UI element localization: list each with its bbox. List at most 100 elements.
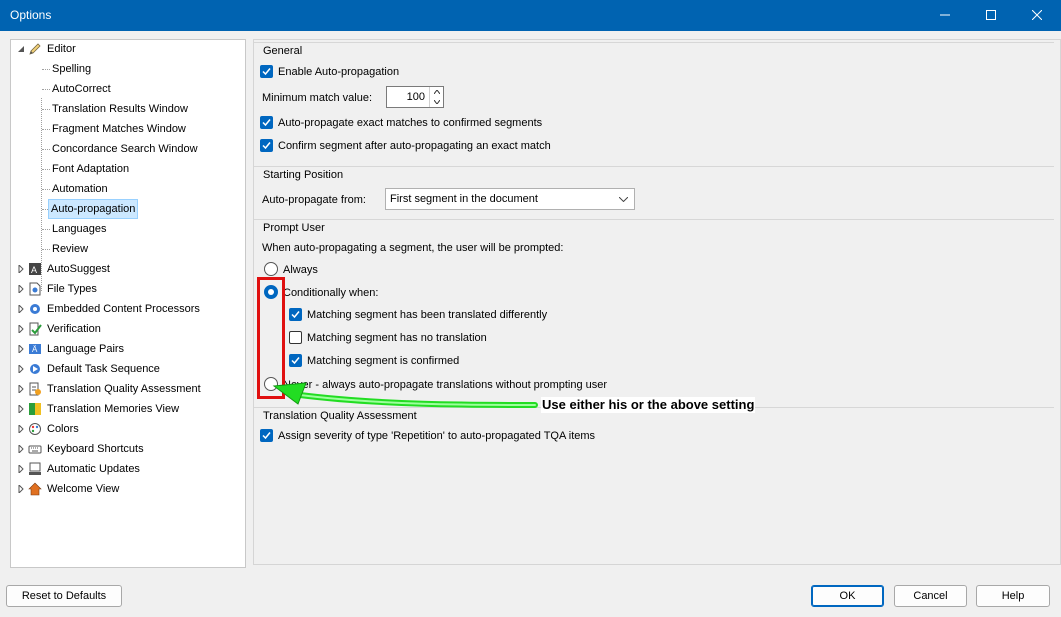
conditionally-label: Conditionally when: — [283, 287, 379, 299]
autopropagate-from-dropdown[interactable]: First segment in the document — [385, 188, 635, 210]
tree-item-label: Language Pairs — [47, 343, 125, 355]
tree-item-label: Embedded Content Processors — [47, 303, 200, 315]
min-match-spinner[interactable]: 100 — [386, 86, 444, 108]
tree-item-label: Welcome View — [47, 483, 120, 495]
maximize-icon — [986, 10, 996, 20]
always-label: Always — [283, 264, 318, 276]
highlight-box — [257, 277, 285, 399]
tree-item-label: AutoSuggest — [47, 263, 110, 275]
task-sequence-icon — [30, 364, 40, 374]
expand-icon — [18, 365, 24, 373]
tree-item-label: Translation Memories View — [47, 403, 180, 415]
assign-severity-checkbox[interactable] — [260, 429, 273, 442]
ok-button[interactable]: OK — [811, 585, 884, 607]
tree-item-label: Auto-propagation — [48, 199, 139, 219]
checkmark-icon — [262, 432, 271, 440]
dropdown-value: First segment in the document — [390, 193, 538, 205]
group-title: Prompt User — [263, 222, 325, 234]
svg-text:A: A — [31, 265, 37, 275]
expand-icon — [18, 405, 24, 413]
checkmark-icon — [262, 68, 271, 76]
minimize-button[interactable] — [922, 0, 968, 31]
tree-item-label: Languages — [52, 223, 107, 235]
minimize-icon — [940, 14, 950, 16]
file-gear-icon — [29, 282, 41, 296]
palette-icon — [29, 423, 41, 435]
prompt-intro-text: When auto-propagating a segment, the use… — [262, 242, 564, 254]
annotation-text: Use either his or the above setting — [541, 397, 756, 413]
tree-item-label: Default Task Sequence — [47, 363, 160, 375]
expand-icon — [18, 265, 24, 273]
chevron-down-icon — [434, 100, 440, 104]
translated-differently-label: Matching segment has been translated dif… — [307, 309, 548, 321]
tree-item-label: Verification — [47, 323, 101, 335]
tree-item-label: Automatic Updates — [47, 463, 140, 475]
tree-item-label: Review — [52, 243, 89, 255]
tree-item-label: AutoCorrect — [52, 83, 111, 95]
window-title: Options — [10, 8, 52, 22]
assign-severity-label: Assign severity of type 'Repetition' to … — [278, 430, 596, 442]
svg-text:Ä: Ä — [32, 345, 38, 354]
segment-confirmed-label: Matching segment is confirmed — [307, 355, 460, 367]
checkmark-icon — [262, 142, 271, 150]
tree-item-label: Fragment Matches Window — [52, 123, 186, 135]
expand-icon — [18, 345, 24, 353]
checkmark-icon — [291, 311, 300, 319]
min-match-label: Minimum match value: — [262, 92, 373, 104]
language-pairs-icon: Ä — [29, 344, 41, 354]
collapse-icon — [18, 46, 24, 52]
tree-item-label: Colors — [47, 423, 79, 435]
reset-defaults-button[interactable]: Reset to Defaults — [6, 585, 122, 607]
confirm-segment-label: Confirm segment after auto-propagating a… — [278, 140, 551, 152]
options-tree[interactable]: Editor Spelling AutoCorrect Translation … — [10, 39, 246, 568]
confirm-segment-checkbox[interactable] — [260, 139, 273, 152]
spin-down-button[interactable] — [429, 97, 443, 107]
title-bar: Options — [0, 0, 1061, 31]
quality-icon — [29, 382, 41, 396]
checkmark-icon — [262, 119, 271, 127]
settings-panel: General Enable Auto-propagation Minimum … — [253, 39, 1061, 565]
tree-item-label: Font Adaptation — [52, 163, 130, 175]
expand-icon — [18, 285, 24, 293]
chevron-up-icon — [434, 90, 440, 94]
never-label: Never - always auto-propagate translatio… — [283, 379, 608, 391]
expand-icon — [18, 325, 24, 333]
cancel-button[interactable]: Cancel — [894, 585, 967, 607]
translated-differently-checkbox[interactable] — [289, 308, 302, 321]
tree-item-label: Concordance Search Window — [52, 143, 198, 155]
tree-item-label: File Types — [47, 283, 97, 295]
expand-icon — [18, 485, 24, 493]
group-title: Translation Quality Assessment — [263, 410, 417, 422]
expand-icon — [18, 385, 24, 393]
min-match-value: 100 — [406, 91, 425, 103]
gear-icon — [30, 304, 40, 314]
expand-icon — [18, 425, 24, 433]
segment-confirmed-checkbox[interactable] — [289, 354, 302, 367]
exact-matches-label: Auto-propagate exact matches to confirme… — [278, 117, 543, 129]
tree-item-label: Automation — [52, 183, 108, 195]
spin-up-button[interactable] — [429, 87, 443, 97]
enable-autopropagation-label: Enable Auto-propagation — [278, 66, 400, 78]
tree-item-label: Translation Quality Assessment — [47, 383, 201, 395]
group-title: Starting Position — [263, 169, 344, 181]
verification-icon — [29, 322, 42, 336]
expand-icon — [18, 465, 24, 473]
tree-item-label: Spelling — [52, 63, 92, 75]
no-translation-checkbox[interactable] — [289, 331, 302, 344]
autosuggest-icon: A — [29, 263, 41, 275]
tree-item-label: Translation Results Window — [52, 103, 188, 115]
autopropagate-from-label: Auto-propagate from: — [262, 194, 366, 206]
exact-matches-checkbox[interactable] — [260, 116, 273, 129]
no-translation-label: Matching segment has no translation — [307, 332, 487, 344]
help-button[interactable]: Help — [976, 585, 1050, 607]
always-radio[interactable] — [264, 262, 278, 276]
close-button[interactable] — [1014, 0, 1060, 31]
starting-position-group: Starting Position — [254, 166, 1054, 216]
enable-autopropagation-checkbox[interactable] — [260, 65, 273, 78]
chevron-down-icon — [619, 197, 628, 202]
pencil-icon — [29, 43, 41, 55]
tree-item-label: Editor — [47, 43, 76, 55]
updates-icon — [29, 462, 41, 475]
maximize-button[interactable] — [968, 0, 1014, 31]
checkmark-icon — [291, 357, 300, 365]
